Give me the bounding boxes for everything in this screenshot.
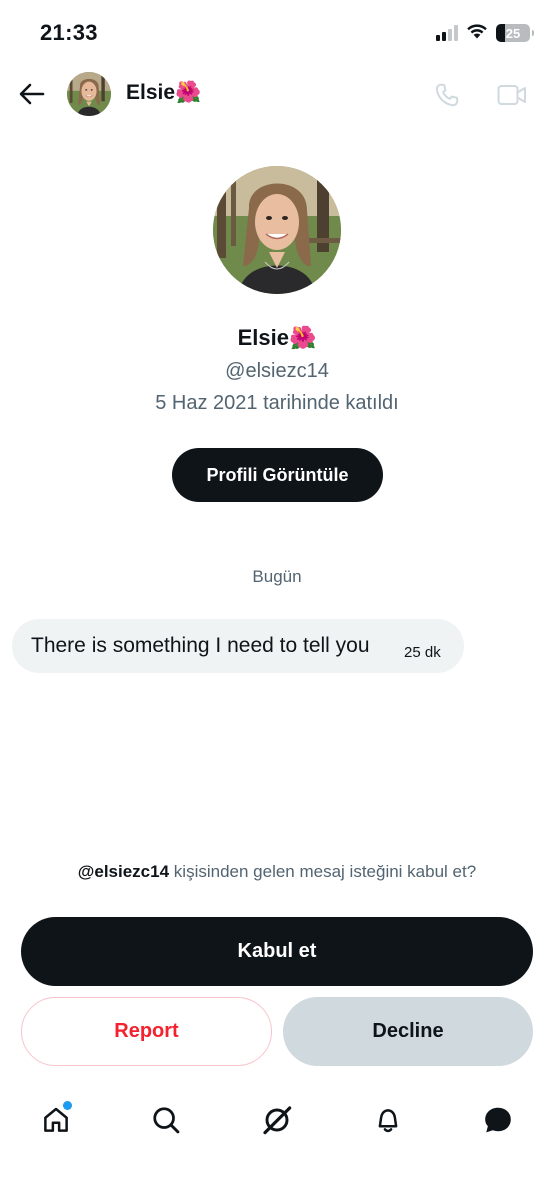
battery-percentage: 25 (505, 25, 521, 41)
accept-button[interactable]: Kabul et (21, 917, 533, 986)
call-button[interactable] (430, 78, 464, 112)
message-timestamp: 25 dk (404, 644, 441, 661)
notifications-icon (378, 1109, 398, 1133)
cellular-signal-icon (436, 25, 458, 41)
grok-icon (263, 1106, 292, 1135)
status-bar: 21:33 25 (0, 0, 554, 66)
message-text: There is something I need to tell you (31, 634, 370, 657)
message-bubble[interactable]: There is something I need to tell you 25… (12, 619, 464, 673)
conversation-header: Elsie🌺 (0, 66, 554, 122)
profile-name: Elsie🌺 (237, 325, 317, 350)
nav-notifications[interactable] (368, 1100, 408, 1140)
report-button[interactable]: Report (21, 997, 272, 1066)
profile-handle: @elsiezc14 (225, 360, 329, 382)
bottom-navigation (0, 1090, 554, 1150)
wifi-icon (466, 23, 488, 44)
nav-home[interactable] (36, 1100, 76, 1140)
search-icon (153, 1107, 180, 1134)
request-handle[interactable]: @elsiezc14 (78, 862, 169, 881)
profile-avatar[interactable] (213, 166, 341, 294)
status-icons: 25 (436, 22, 534, 44)
date-separator: Bugün (252, 567, 302, 586)
back-button[interactable] (14, 76, 50, 112)
status-time: 21:33 (40, 20, 98, 45)
profile-joined-date: 5 Haz 2021 tarihinde katıldı (155, 392, 399, 414)
header-name[interactable]: Elsie🌺 (126, 81, 201, 105)
phone-icon (435, 83, 459, 107)
message-request-prompt: @elsiezc14 kişisinden gelen mesaj isteği… (0, 862, 554, 882)
battery-level (496, 24, 505, 42)
header-avatar[interactable] (67, 72, 111, 116)
decline-button[interactable]: Decline (283, 997, 533, 1066)
nav-messages[interactable] (478, 1100, 518, 1140)
view-profile-button[interactable]: Profili Görüntüle (172, 448, 383, 502)
video-camera-icon (497, 85, 526, 105)
back-arrow-icon (19, 83, 45, 105)
nav-search[interactable] (146, 1100, 186, 1140)
video-call-button[interactable] (494, 78, 530, 112)
new-content-dot (63, 1101, 72, 1110)
home-indicator-area (0, 1160, 554, 1199)
request-prompt-text: kişisinden gelen mesaj isteğini kabul et… (169, 862, 477, 881)
nav-grok[interactable] (257, 1100, 297, 1140)
messages-icon (485, 1107, 511, 1133)
battery-icon: 25 (496, 24, 534, 42)
